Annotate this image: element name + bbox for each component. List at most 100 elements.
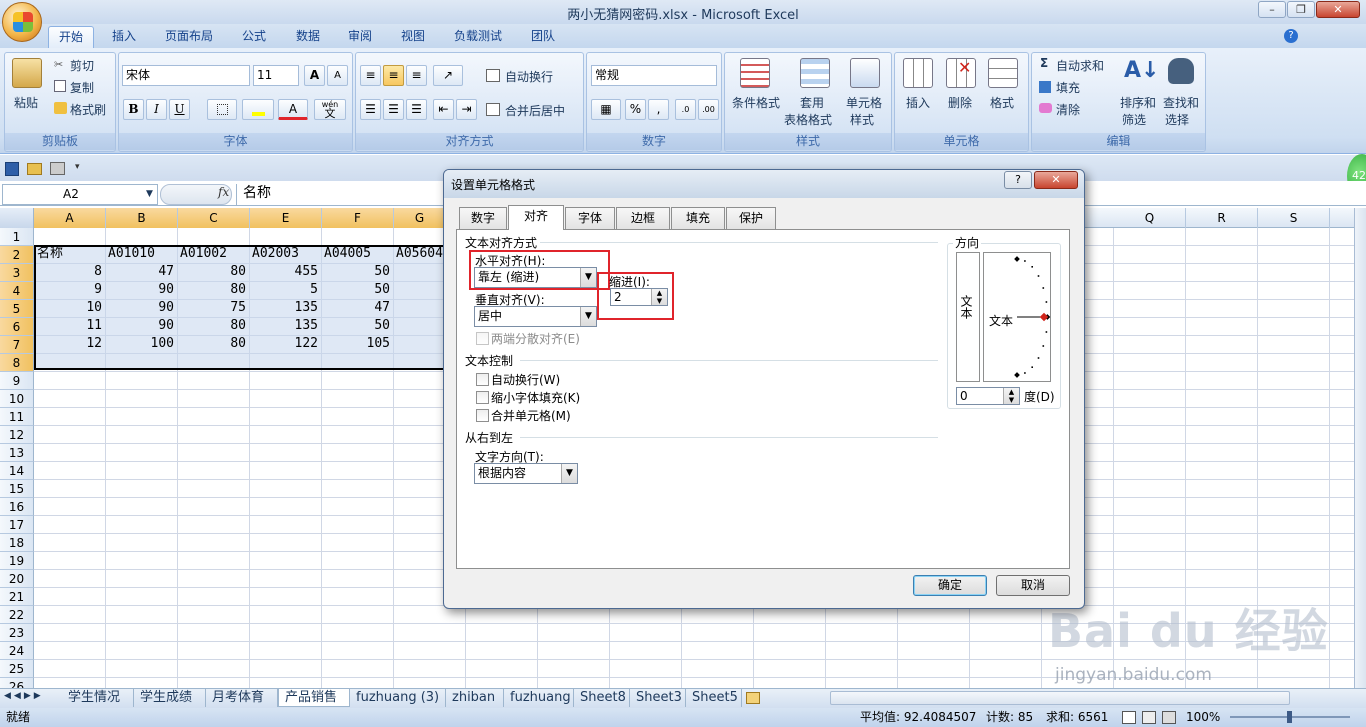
row-header-5[interactable]: 5 <box>0 300 34 318</box>
row-header-4[interactable]: 4 <box>0 282 34 300</box>
tab-insert[interactable]: 插入 <box>104 26 144 48</box>
copy-button[interactable]: 复制 <box>70 79 94 96</box>
office-button[interactable] <box>2 2 42 42</box>
fill-color-button[interactable] <box>242 99 274 120</box>
row-header-2[interactable]: 2 <box>0 246 34 264</box>
cell-e7[interactable]: 122 <box>251 335 318 353</box>
fill-button[interactable]: 填充 <box>1056 79 1080 96</box>
font-color-button[interactable]: A <box>278 99 308 120</box>
increase-indent-button[interactable]: ⇥ <box>456 99 477 120</box>
row-header-17[interactable]: 17 <box>0 516 34 534</box>
comma-style-button[interactable]: , <box>648 99 669 120</box>
name-box-dropdown-icon[interactable]: ▼ <box>146 189 153 199</box>
column-header-c[interactable]: C <box>178 208 250 228</box>
qat-customize-icon[interactable]: ▾ <box>75 162 80 172</box>
conditional-format-button[interactable]: 条件格式 <box>732 94 780 111</box>
number-format-combo[interactable]: 常规 <box>591 65 717 86</box>
cut-button[interactable]: 剪切 <box>70 57 94 74</box>
vertical-scrollbar[interactable] <box>1354 208 1366 688</box>
row-header-20[interactable]: 20 <box>0 570 34 588</box>
bold-button[interactable]: B <box>123 99 144 120</box>
sheet-nav-arrows-icon[interactable]: ◀◀▶▶ <box>4 691 44 701</box>
row-header-16[interactable]: 16 <box>0 498 34 516</box>
zoom-level[interactable]: 100% <box>1186 708 1220 727</box>
restore-button[interactable]: ❐ <box>1287 1 1315 18</box>
column-header-b[interactable]: B <box>106 208 178 228</box>
row-header-22[interactable]: 22 <box>0 606 34 624</box>
orientation-button[interactable]: ↗ <box>433 65 463 86</box>
insert-sheet-icon[interactable] <box>746 692 760 704</box>
row-header-23[interactable]: 23 <box>0 624 34 642</box>
underline-button[interactable]: U <box>169 99 190 120</box>
sheet-tab-1[interactable]: 学生情况 <box>62 689 134 707</box>
autosum-button[interactable]: 自动求和 <box>1056 57 1104 74</box>
save-icon[interactable] <box>5 162 19 176</box>
dialog-tab-font[interactable]: 字体 <box>565 207 615 229</box>
tab-team[interactable]: 团队 <box>523 26 563 48</box>
cell-c4[interactable]: 80 <box>179 281 246 299</box>
paste-button[interactable]: 粘贴 <box>14 94 38 111</box>
merge-cells-checkbox[interactable] <box>476 409 489 422</box>
cell-f7[interactable]: 105 <box>323 335 390 353</box>
cell-f2[interactable]: A04005 <box>324 245 394 263</box>
column-header-e[interactable]: E <box>250 208 322 228</box>
close-button[interactable]: ✕ <box>1316 1 1360 18</box>
format-as-table-label-2[interactable]: 表格格式 <box>784 111 832 128</box>
spinner-arrows-icon[interactable]: ▲ ▼ <box>1003 388 1019 404</box>
dialog-tab-alignment[interactable]: 对齐 <box>508 205 564 230</box>
cell-a7[interactable]: 12 <box>35 335 102 353</box>
insert-cells-button[interactable]: 插入 <box>906 94 930 111</box>
cell-a5[interactable]: 10 <box>35 299 102 317</box>
column-header-q[interactable]: Q <box>1114 208 1186 228</box>
tab-load-test[interactable]: 负载测试 <box>446 26 510 48</box>
vertical-text-button[interactable]: 文本 <box>956 252 980 382</box>
clear-button[interactable]: 清除 <box>1056 101 1080 118</box>
shrink-to-fit-checkbox[interactable] <box>476 391 489 404</box>
row-header-25[interactable]: 25 <box>0 660 34 678</box>
find-select-label-1[interactable]: 查找和 <box>1163 94 1199 111</box>
column-header-a[interactable]: A <box>34 208 106 228</box>
decrease-decimal-button[interactable]: .00 <box>698 99 719 120</box>
cell-f6[interactable]: 50 <box>323 317 390 335</box>
cell-e6[interactable]: 135 <box>251 317 318 335</box>
ok-button[interactable]: 确定 <box>913 575 987 596</box>
cell-styles-label-2[interactable]: 样式 <box>850 111 874 128</box>
cell-e2[interactable]: A02003 <box>252 245 322 263</box>
delete-cells-button[interactable]: 删除 <box>948 94 972 111</box>
cell-g2[interactable]: A05604 <box>396 245 444 263</box>
row-header-21[interactable]: 21 <box>0 588 34 606</box>
phonetic-button[interactable]: wén 文 <box>314 99 346 120</box>
dialog-tab-number[interactable]: 数字 <box>459 207 507 229</box>
sheet-tab-9[interactable]: Sheet3 <box>630 689 686 707</box>
normal-view-icon[interactable] <box>1122 711 1136 724</box>
find-select-label-2[interactable]: 选择 <box>1165 111 1189 128</box>
dialog-help-button[interactable]: ? <box>1004 171 1032 189</box>
page-break-view-icon[interactable] <box>1162 711 1176 724</box>
dialog-close-button[interactable]: ✕ <box>1034 171 1078 189</box>
cell-e3[interactable]: 455 <box>251 263 318 281</box>
align-center-button[interactable]: ☰ <box>383 99 404 120</box>
justify-distributed-checkbox[interactable] <box>476 332 489 345</box>
cell-f5[interactable]: 47 <box>323 299 390 317</box>
insert-function-button[interactable]: fx <box>218 185 229 199</box>
wrap-text-checkbox[interactable] <box>476 373 489 386</box>
cell-e5[interactable]: 135 <box>251 299 318 317</box>
font-name-combo[interactable]: 宋体 <box>122 65 250 86</box>
tab-formulas[interactable]: 公式 <box>234 26 274 48</box>
row-header-12[interactable]: 12 <box>0 426 34 444</box>
print-icon[interactable] <box>50 162 65 175</box>
row-header-15[interactable]: 15 <box>0 480 34 498</box>
cell-styles-label-1[interactable]: 单元格 <box>846 94 882 111</box>
font-size-combo[interactable]: 11 <box>253 65 299 86</box>
column-header-g[interactable]: G <box>394 208 446 228</box>
cell-a4[interactable]: 9 <box>35 281 102 299</box>
italic-button[interactable]: I <box>146 99 167 120</box>
sheet-tab-8[interactable]: Sheet8 <box>574 689 630 707</box>
column-header-r[interactable]: R <box>1186 208 1258 228</box>
zoom-slider-thumb[interactable] <box>1287 711 1292 723</box>
format-as-table-label-1[interactable]: 套用 <box>800 94 824 111</box>
tab-home[interactable]: 开始 <box>48 26 94 48</box>
text-direction-select[interactable]: 根据内容 ▼ <box>474 463 578 484</box>
tab-data[interactable]: 数据 <box>288 26 328 48</box>
sort-filter-label-2[interactable]: 筛选 <box>1122 111 1146 128</box>
